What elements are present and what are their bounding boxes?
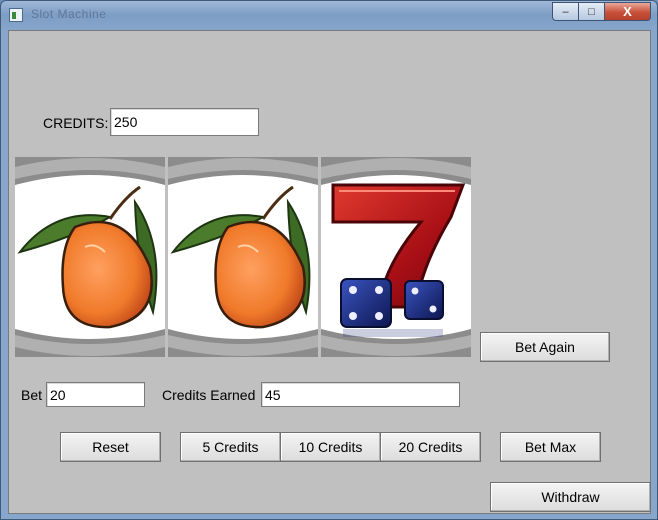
minimize-button[interactable]: – [552, 2, 579, 21]
minimize-icon: – [562, 5, 569, 18]
mango-icon [15, 157, 165, 357]
lucky-seven-dice-icon [321, 157, 471, 357]
credits-label: CREDITS: [43, 115, 109, 131]
reel-3 [321, 157, 471, 357]
bet-again-button[interactable]: Bet Again [480, 332, 610, 362]
bet-5-credits-button[interactable]: 5 Credits [180, 432, 281, 462]
withdraw-button[interactable]: Withdraw [490, 482, 651, 512]
reel-2 [168, 157, 318, 357]
close-button[interactable]: X [605, 2, 651, 21]
reset-button[interactable]: Reset [60, 432, 161, 462]
reel-1 [15, 157, 165, 357]
credits-earned-label: Credits Earned [162, 387, 256, 403]
bet-label: Bet [21, 387, 43, 403]
maximize-button[interactable]: □ [579, 2, 605, 21]
close-icon: X [623, 4, 632, 19]
bet-10-credits-button[interactable]: 10 Credits [280, 432, 381, 462]
credits-field[interactable] [110, 108, 259, 136]
title-bar[interactable]: Slot Machine – □ X [1, 1, 657, 29]
bet-max-button[interactable]: Bet Max [500, 432, 601, 462]
maximize-icon: □ [588, 5, 595, 18]
slot-machine-panel: CREDITS: 250 Bet Again Bet 20 Credits Ea… [8, 30, 651, 514]
bet-field[interactable] [46, 382, 145, 407]
mango-icon [168, 157, 318, 357]
app-window: Slot Machine – □ X CREDITS: 250 Bet Agai… [0, 0, 658, 520]
credits-earned-field[interactable] [261, 382, 460, 407]
window-title: Slot Machine [31, 7, 107, 21]
app-icon [9, 8, 23, 22]
bet-20-credits-button[interactable]: 20 Credits [380, 432, 481, 462]
window-controls: – □ X [552, 2, 651, 21]
